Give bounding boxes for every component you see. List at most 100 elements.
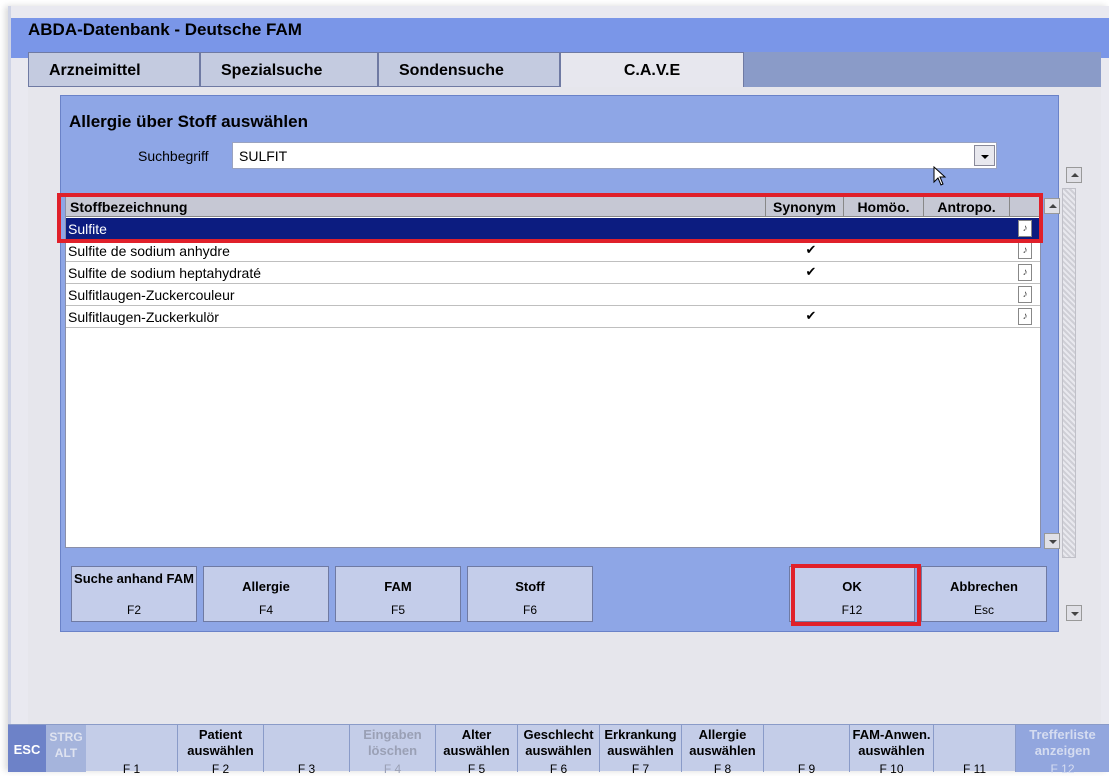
fkey-f7[interactable]: Erkrankung auswählen F 7 bbox=[600, 725, 682, 776]
fkey-number: F 11 bbox=[962, 762, 987, 776]
button-label: Suche anhand FAM bbox=[74, 571, 194, 586]
tab-spezialsuche[interactable]: Spezialsuche bbox=[200, 52, 378, 87]
grid-scroll-up-icon[interactable] bbox=[1044, 198, 1060, 214]
fkey-f5[interactable]: Alter auswählen F 5 bbox=[436, 725, 518, 776]
tab-label: Arzneimittel bbox=[49, 62, 141, 79]
table-row[interactable]: Sulfitlaugen-Zuckerkulör ✔ ♪ bbox=[66, 306, 1040, 328]
button-key: F5 bbox=[390, 603, 405, 617]
app-title: ABDA-Datenbank - Deutsche FAM bbox=[28, 20, 302, 39]
fkey-f2[interactable]: Patient auswählen F 2 bbox=[178, 725, 264, 776]
fkey-label: Alter auswählen bbox=[443, 727, 510, 758]
fkey-label: Eingaben löschen bbox=[363, 727, 422, 758]
mouse-cursor-icon bbox=[933, 166, 947, 186]
scrollbar-track[interactable] bbox=[1062, 188, 1076, 558]
synonym-check: ✔ bbox=[805, 264, 817, 279]
scroll-up-icon[interactable] bbox=[1066, 167, 1082, 183]
search-combobox[interactable]: SULFIT bbox=[232, 142, 997, 169]
button-label: Abbrechen bbox=[950, 579, 1018, 594]
fkey-f4[interactable]: Eingaben löschen F 4 bbox=[350, 725, 436, 776]
synonym-check: ✔ bbox=[805, 242, 817, 257]
substance-name: Sulfite de sodium heptahydraté bbox=[68, 265, 262, 281]
fkey-label: Patient auswählen bbox=[187, 727, 254, 758]
substance-button[interactable]: Stoff F6 bbox=[467, 566, 593, 622]
search-label: Suchbegriff bbox=[138, 148, 209, 164]
fkey-label: Trefferliste anzeigen bbox=[1029, 727, 1096, 758]
fkey-number: F 10 bbox=[879, 762, 904, 776]
table-row[interactable]: Sulfite de sodium anhydre ✔ ♪ bbox=[66, 240, 1040, 262]
column-header-antropo[interactable]: Antropo. bbox=[924, 197, 1010, 217]
search-by-fam-button[interactable]: Suche anhand FAM F2 bbox=[71, 566, 197, 622]
function-key-bar: ESC STRG ALT F 1 Patient auswählen F 2 F … bbox=[8, 724, 1109, 776]
button-label: Stoff bbox=[515, 579, 545, 594]
fkey-number: F 6 bbox=[549, 762, 568, 776]
fkey-f12[interactable]: Trefferliste anzeigen F 12 bbox=[1016, 725, 1109, 776]
button-key: F4 bbox=[258, 603, 273, 617]
table-row[interactable]: Sulfitlaugen-Zuckercouleur ♪ bbox=[66, 284, 1040, 306]
substance-name: Sulfitlaugen-Zuckerkulör bbox=[68, 309, 219, 325]
note-icon[interactable]: ♪ bbox=[1018, 242, 1032, 259]
fkey-number: F 8 bbox=[713, 762, 732, 776]
note-icon[interactable]: ♪ bbox=[1018, 264, 1032, 281]
tab-sondensuche[interactable]: Sondensuche bbox=[378, 52, 560, 87]
fkey-number: F 9 bbox=[797, 762, 816, 776]
fkey-number: F 1 bbox=[122, 762, 141, 776]
scroll-down-icon[interactable] bbox=[1066, 605, 1082, 621]
allergy-button[interactable]: Allergie F4 bbox=[203, 566, 329, 622]
substance-name: Sulfite bbox=[68, 221, 107, 237]
column-header-stoffbezeichnung[interactable]: Stoffbezeichnung bbox=[66, 197, 766, 217]
fkey-f8[interactable]: Allergie auswählen F 8 bbox=[682, 725, 764, 776]
tab-label: C.A.V.E bbox=[623, 62, 681, 79]
button-key: F2 bbox=[126, 603, 141, 617]
note-icon[interactable]: ♪ bbox=[1018, 220, 1032, 237]
synonym-check: ✔ bbox=[805, 308, 817, 323]
fkey-label: Allergie auswählen bbox=[689, 727, 756, 758]
fkey-number: F 2 bbox=[211, 762, 230, 776]
ok-button[interactable]: OK F12 bbox=[789, 566, 915, 622]
column-header-synonym[interactable]: Synonym bbox=[766, 197, 844, 217]
tab-cave[interactable]: C.A.V.E bbox=[560, 52, 744, 87]
fkey-number: F 4 bbox=[383, 762, 402, 776]
strg-alt-key: STRG ALT bbox=[46, 725, 86, 772]
button-label: OK bbox=[842, 579, 862, 594]
dropdown-arrow-icon[interactable] bbox=[974, 145, 995, 166]
fkey-f11[interactable]: F 11 bbox=[934, 725, 1016, 776]
fkey-f9[interactable]: F 9 bbox=[764, 725, 850, 776]
fkey-number: F 3 bbox=[297, 762, 316, 776]
grid-scroll-down-icon[interactable] bbox=[1044, 533, 1060, 549]
esc-key[interactable]: ESC bbox=[8, 725, 46, 772]
table-row[interactable]: Sulfite ♪ bbox=[66, 218, 1040, 240]
fkey-number: F 12 bbox=[1050, 762, 1075, 776]
fkey-label: Erkrankung auswählen bbox=[604, 727, 677, 758]
fkey-label: Geschlecht auswählen bbox=[523, 727, 594, 758]
fkey-f3[interactable]: F 3 bbox=[264, 725, 350, 776]
fkey-f6[interactable]: Geschlecht auswählen F 6 bbox=[518, 725, 600, 776]
alt-label: ALT bbox=[54, 746, 78, 760]
fam-button[interactable]: FAM F5 bbox=[335, 566, 461, 622]
column-header-homoeo[interactable]: Homöo. bbox=[844, 197, 924, 217]
button-label: FAM bbox=[384, 579, 412, 594]
substance-name: Sulfite de sodium anhydre bbox=[68, 243, 230, 259]
fkey-number: F 7 bbox=[631, 762, 650, 776]
button-key: F12 bbox=[841, 603, 863, 617]
button-key: F6 bbox=[522, 603, 537, 617]
button-label: Allergie bbox=[242, 579, 290, 594]
column-header-note bbox=[1010, 197, 1040, 217]
fkey-f10[interactable]: FAM-Anwen. auswählen F 10 bbox=[850, 725, 934, 776]
fkey-label: FAM-Anwen. auswählen bbox=[852, 727, 931, 758]
note-icon[interactable]: ♪ bbox=[1018, 308, 1032, 325]
table-row[interactable]: Sulfite de sodium heptahydraté ✔ ♪ bbox=[66, 262, 1040, 284]
tab-arzneimittel[interactable]: Arzneimittel bbox=[28, 52, 200, 87]
strg-label: STRG bbox=[49, 730, 83, 744]
app-window: ABDA-Datenbank - Deutsche FAM Arzneimitt… bbox=[0, 0, 1109, 776]
note-icon[interactable]: ♪ bbox=[1018, 286, 1032, 303]
tab-label: Spezialsuche bbox=[221, 62, 323, 79]
grid-header: Stoffbezeichnung Synonym Homöo. Antropo. bbox=[66, 197, 1040, 217]
tab-label: Sondensuche bbox=[399, 62, 504, 79]
substance-name: Sulfitlaugen-Zuckercouleur bbox=[68, 287, 235, 303]
allergy-dialog: Allergie über Stoff auswählen Suchbegrif… bbox=[60, 95, 1059, 632]
fkey-f1[interactable]: F 1 bbox=[86, 725, 178, 776]
cancel-button[interactable]: Abbrechen Esc bbox=[921, 566, 1047, 622]
tab-strip: Arzneimittel Spezialsuche Sondensuche C.… bbox=[28, 52, 1101, 87]
button-key: Esc bbox=[973, 603, 994, 617]
search-input-value[interactable]: SULFIT bbox=[239, 148, 287, 164]
